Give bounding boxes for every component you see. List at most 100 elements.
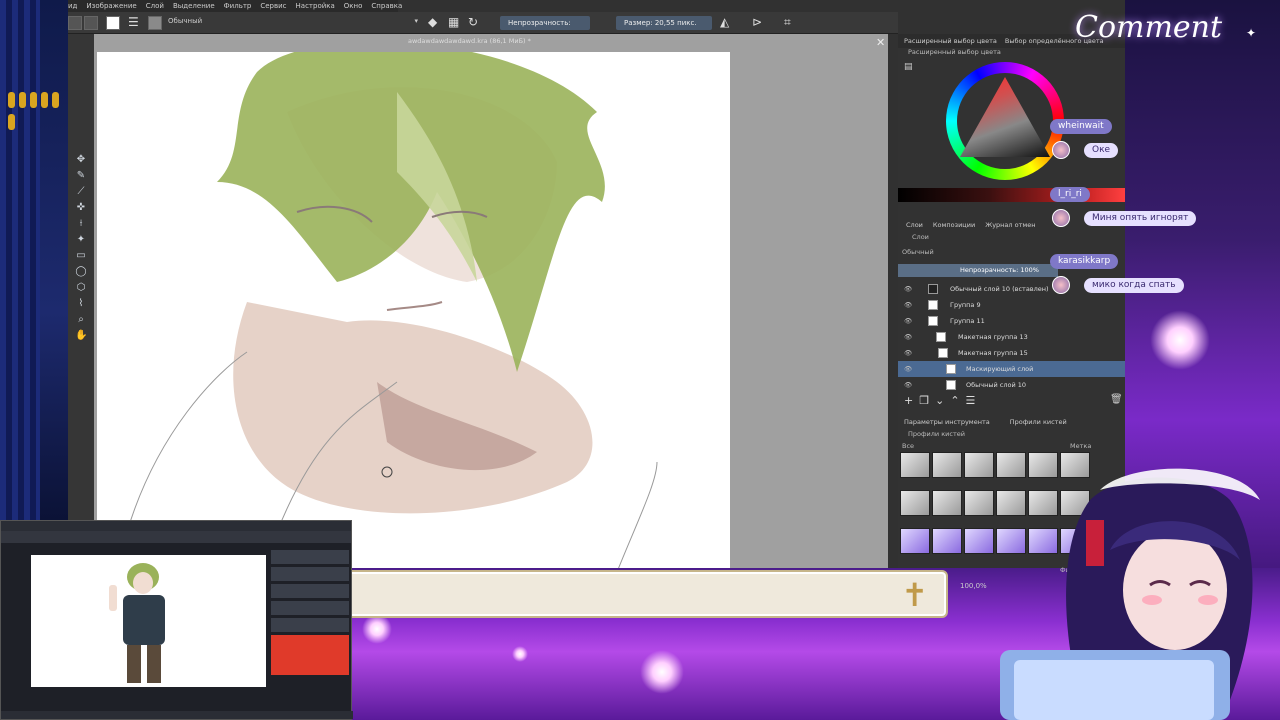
menu-item[interactable]: Изображение <box>86 2 136 10</box>
mirror-vertical-icon[interactable]: ⊳ <box>752 15 762 29</box>
zoom-icon[interactable]: ⌕ <box>75 314 87 326</box>
pattern-icon[interactable] <box>84 16 98 30</box>
eye-icon[interactable]: 👁 <box>904 297 912 313</box>
tab-brush-presets[interactable]: Профили кистей <box>1010 418 1067 426</box>
layer-thumbnail <box>936 332 946 342</box>
chat-message: Миня опять игнорят <box>1084 211 1197 226</box>
result-item[interactable] <box>271 601 349 615</box>
layer-row[interactable]: 👁 Макетная группа 15 <box>898 345 1125 361</box>
chat-title: Comment <box>1075 10 1223 45</box>
picker-tool-icon[interactable]: ⟋ <box>75 186 87 198</box>
move-up-icon[interactable]: ⌃ <box>950 394 959 407</box>
menu-item[interactable]: Окно <box>344 2 363 10</box>
opacity-slider[interactable]: Непрозрачность: 100% <box>500 16 590 41</box>
brush-preset[interactable] <box>932 528 962 554</box>
measure-tool-icon[interactable]: ⟊ <box>75 218 87 230</box>
brush-preset[interactable] <box>932 452 962 478</box>
avatar <box>1052 141 1070 159</box>
delete-layer-icon[interactable]: 🗑 <box>1110 394 1123 405</box>
zoom-level[interactable]: 100,0% <box>960 582 987 590</box>
tab-compositions[interactable]: Композиции <box>933 221 975 229</box>
freehand-select-icon[interactable]: ⌇ <box>75 298 87 310</box>
eye-icon[interactable]: 👁 <box>904 313 912 329</box>
layer-properties-icon[interactable]: ☰ <box>966 394 976 407</box>
brush-preview-icon[interactable] <box>148 16 162 30</box>
brush-preset[interactable] <box>900 452 930 478</box>
result-item[interactable] <box>271 584 349 598</box>
reload-icon[interactable]: ↻ <box>468 15 478 29</box>
brush-preset[interactable] <box>900 528 930 554</box>
add-layer-icon[interactable]: + <box>904 394 913 407</box>
eye-icon[interactable]: 👁 <box>904 329 912 345</box>
tab-layers[interactable]: Слои <box>906 221 923 229</box>
eye-icon[interactable]: 👁 <box>904 345 912 361</box>
alpha-lock-icon[interactable]: ▦ <box>448 15 459 29</box>
result-item[interactable] <box>271 567 349 581</box>
brush-preset[interactable] <box>964 528 994 554</box>
layer-row[interactable]: 👁 Группа 9 <box>898 297 1125 313</box>
tab-tool-options[interactable]: Параметры инструмента <box>904 418 990 426</box>
menu-bar: ид Изображение Слой Выделение Фильтр Сер… <box>68 0 402 12</box>
gradient-icon[interactable] <box>68 16 82 30</box>
settings-icon[interactable]: ▤ <box>904 62 913 72</box>
artwork-illustration <box>126 52 658 568</box>
result-item[interactable] <box>271 550 349 564</box>
color-history-bar[interactable] <box>898 188 1125 202</box>
layer-row[interactable]: 👁 Обычный слой 10 <box>898 377 1125 393</box>
assistant-tool-icon[interactable]: ✜ <box>75 202 87 214</box>
pin-tool-icon[interactable]: ✦ <box>75 234 87 246</box>
tab-undo-history[interactable]: Журнал отмен <box>985 221 1035 229</box>
taskbar[interactable] <box>1 711 353 719</box>
ellipse-select-icon[interactable]: ◯ <box>75 266 87 278</box>
browser-address-bar[interactable] <box>1 531 351 543</box>
blend-mode-select[interactable]: Обычный ▾ <box>168 17 418 29</box>
layer-name: Обычный слой 10 <box>966 381 1027 389</box>
move-down-icon[interactable]: ⌄ <box>935 394 944 407</box>
drawing-canvas[interactable] <box>97 52 730 568</box>
pan-icon[interactable]: ✋ <box>75 330 87 342</box>
eye-icon[interactable]: 👁 <box>904 281 912 297</box>
size-slider[interactable]: Размер: 20,55 пикс. <box>616 16 712 30</box>
layer-opacity-slider[interactable]: Непрозрачность: 100% <box>898 264 1058 277</box>
layer-thumbnail <box>938 348 948 358</box>
layer-row[interactable]: 👁 Группа 11 <box>898 313 1125 329</box>
eye-icon[interactable]: 👁 <box>904 377 912 393</box>
canvas-area[interactable] <box>94 34 888 568</box>
menu-item[interactable]: Сервис <box>260 2 286 10</box>
layer-row-selected[interactable]: 👁 Маскирующий слой <box>898 361 1125 377</box>
eye-icon[interactable]: 👁 <box>904 361 912 377</box>
reference-browser-window <box>0 520 353 720</box>
crop-icon[interactable]: ⌗ <box>784 15 791 30</box>
fill-tool-icon[interactable]: ✎ <box>75 170 87 182</box>
reference-image[interactable] <box>31 555 266 687</box>
browser-tab-strip[interactable] <box>1 521 351 531</box>
vtuber-illustration <box>1000 468 1260 720</box>
brush-preset[interactable] <box>900 490 930 516</box>
brush-preset-icon[interactable]: ☰ <box>128 15 139 29</box>
menu-item[interactable]: Справка <box>371 2 402 10</box>
brush-preset[interactable] <box>964 490 994 516</box>
close-document-icon[interactable]: ✕ <box>876 36 885 49</box>
transform-tool-icon[interactable]: ✥ <box>75 154 87 166</box>
rect-select-icon[interactable]: ▭ <box>75 250 87 262</box>
duplicate-layer-icon[interactable]: ❐ <box>919 394 929 407</box>
menu-item[interactable]: Слой <box>146 2 164 10</box>
brush-preset[interactable] <box>964 452 994 478</box>
menu-item[interactable]: Выделение <box>173 2 215 10</box>
brush-preset[interactable] <box>932 490 962 516</box>
chat-username: wheinwait <box>1050 119 1112 134</box>
tab-advanced-color[interactable]: Расширенный выбор цвета <box>904 37 997 45</box>
layer-blend-mode[interactable]: Обычный <box>902 248 934 256</box>
color-swap-icon[interactable] <box>106 16 120 30</box>
brush-filter-select[interactable]: Все <box>902 442 914 450</box>
menu-item[interactable]: Фильтр <box>224 2 252 10</box>
menu-item[interactable]: Настройка <box>296 2 335 10</box>
mirror-horizontal-icon[interactable]: ◭ <box>720 15 729 29</box>
menu-item[interactable]: ид <box>68 2 77 10</box>
polygon-select-icon[interactable]: ⬡ <box>75 282 87 294</box>
layer-row[interactable]: 👁 Макетная группа 13 <box>898 329 1125 345</box>
result-item[interactable] <box>271 618 349 632</box>
result-thumbnail[interactable] <box>271 635 349 675</box>
reference-character-illustration <box>109 563 165 683</box>
eraser-icon[interactable]: ◆ <box>428 15 437 29</box>
